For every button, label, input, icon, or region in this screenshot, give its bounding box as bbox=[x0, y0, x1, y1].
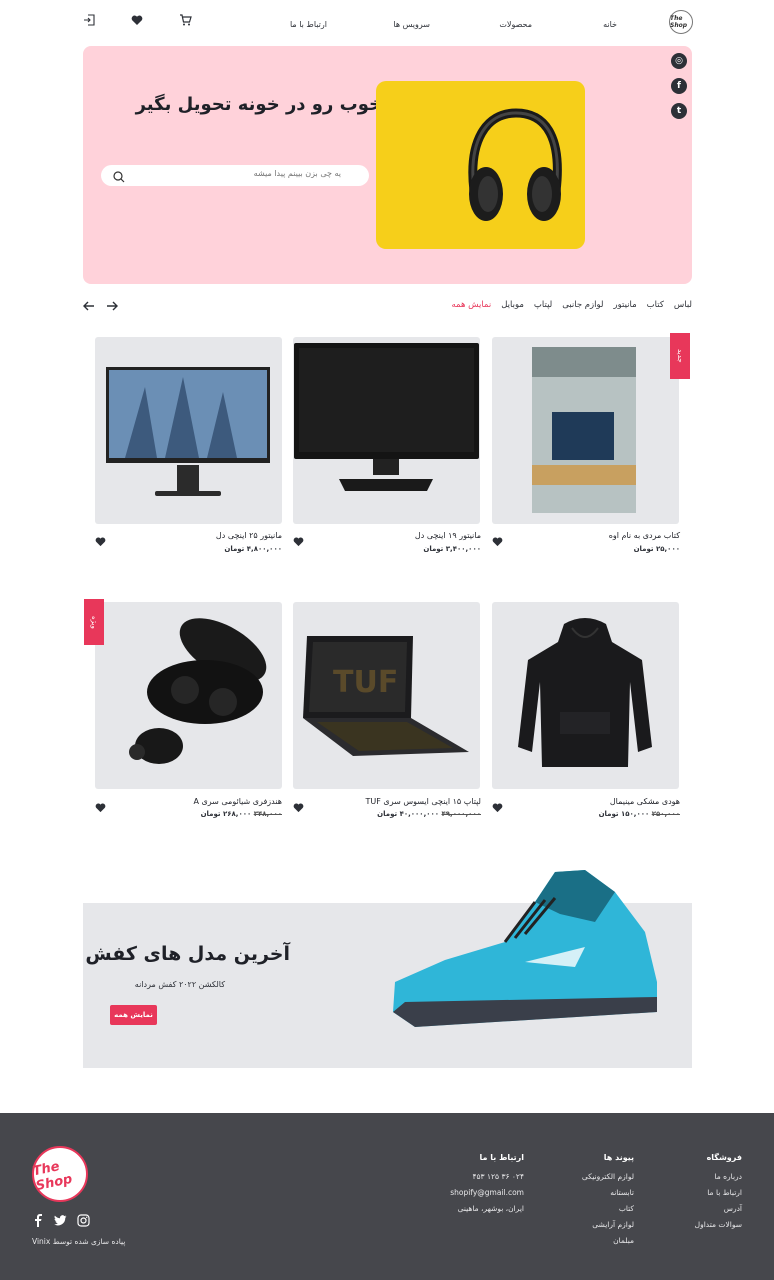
old-price: ۴۹,۰۰۰,۰۰۰ bbox=[441, 810, 482, 818]
footer-email[interactable]: shopify@gmail.com bbox=[450, 1188, 524, 1197]
footer-logo-text: The Shop bbox=[31, 1159, 74, 1195]
nav-services[interactable]: سرویس ها bbox=[393, 20, 430, 29]
price-currency: تومان bbox=[224, 545, 245, 553]
footer bbox=[0, 1113, 774, 1280]
footer-link-electronics[interactable]: لوازم الکترونیکی bbox=[582, 1172, 634, 1181]
twitter-icon[interactable]: t bbox=[671, 103, 687, 119]
old-price: ۲۵۰,۰۰۰ bbox=[651, 810, 680, 818]
price-value: ۳,۴۰۰,۰۰۰ bbox=[445, 545, 481, 553]
badge-new: جدید bbox=[670, 333, 690, 379]
category-clothing[interactable]: لباس bbox=[674, 300, 692, 310]
instagram-icon[interactable]: ◎ bbox=[671, 53, 687, 69]
footer-link-address[interactable]: آدرس bbox=[724, 1204, 742, 1213]
category-filter: لباس کتاب مانیتور لوازم جانبی لپتاپ موبا… bbox=[451, 300, 692, 310]
footer-link-cosmetics[interactable]: لوازم آرایشی bbox=[592, 1220, 634, 1229]
product-image-earbuds[interactable] bbox=[95, 602, 282, 789]
headphones-image bbox=[376, 81, 585, 249]
nav-home[interactable]: خانه bbox=[603, 20, 617, 29]
category-show-all[interactable]: نمایش همه bbox=[451, 300, 491, 310]
old-price: ۳۴۸,۰۰۰ bbox=[253, 810, 282, 818]
banner-title: آخرین مدل های کفش bbox=[85, 943, 290, 965]
arrow-right-icon[interactable] bbox=[105, 298, 119, 312]
product-image-monitor-19[interactable] bbox=[293, 337, 480, 524]
heart-icon[interactable] bbox=[293, 532, 304, 547]
category-accessories[interactable]: لوازم جانبی bbox=[562, 300, 603, 310]
footer-contact-title: ارتباط با ما bbox=[479, 1153, 524, 1162]
twitter-icon[interactable] bbox=[54, 1212, 67, 1226]
footer-link-summer[interactable]: تابستانه bbox=[610, 1188, 634, 1197]
product-image-monitor-25[interactable] bbox=[95, 337, 282, 524]
arrow-left-icon[interactable] bbox=[82, 298, 96, 312]
footer-link-books[interactable]: کتاب bbox=[619, 1204, 634, 1213]
show-all-button[interactable]: نمایش همه bbox=[110, 1005, 157, 1025]
product-image-laptop[interactable]: TUF bbox=[293, 602, 480, 789]
product-name[interactable]: مانیتور ۲۵ اینچی دل bbox=[216, 531, 282, 540]
facebook-icon[interactable]: f bbox=[671, 78, 687, 94]
footer-address: ایران، بوشهر، ماهینی bbox=[457, 1204, 524, 1213]
footer-link-furniture[interactable]: مبلمان bbox=[613, 1236, 634, 1245]
price-value: ۴۰,۰۰۰,۰۰۰ bbox=[399, 810, 440, 818]
price-value: ۱۵۰,۰۰۰ bbox=[620, 810, 650, 818]
cart-icon[interactable] bbox=[178, 13, 192, 27]
heart-icon[interactable] bbox=[492, 798, 503, 813]
product-image-hoodie[interactable] bbox=[492, 602, 679, 789]
product-name[interactable]: هندزفری شیائومی سری A bbox=[193, 797, 282, 806]
category-monitors[interactable]: مانیتور bbox=[614, 300, 637, 310]
product-price: ۳,۴۰۰,۰۰۰ تومان bbox=[423, 545, 481, 553]
price-value: ۲۵,۰۰۰ bbox=[655, 545, 680, 553]
product-price: ۴,۸۰۰,۰۰۰ تومان bbox=[224, 545, 282, 553]
product-price: ۲۵,۰۰۰ تومان bbox=[634, 545, 680, 553]
product-name[interactable]: لپتاپ ۱۵ اینچی ایسوس سری TUF bbox=[366, 797, 481, 806]
price-value: ۴,۸۰۰,۰۰۰ bbox=[246, 545, 282, 553]
heart-icon[interactable] bbox=[492, 532, 503, 547]
price-currency: تومان bbox=[377, 810, 398, 818]
footer-links-title: پیوند ها bbox=[603, 1153, 634, 1162]
price-currency: تومان bbox=[633, 545, 654, 553]
footer-phone: ۰۲۴ ۳۶ ۱۲۵ ۴۵۳ bbox=[472, 1172, 524, 1181]
product-price: ۲۵۰,۰۰۰ ۱۵۰,۰۰۰ تومان bbox=[599, 810, 680, 818]
price-currency: تومان bbox=[598, 810, 619, 818]
product-price: ۴۹,۰۰۰,۰۰۰ ۴۰,۰۰۰,۰۰۰ تومان bbox=[377, 810, 481, 818]
product-image-book[interactable] bbox=[492, 337, 679, 524]
search-icon[interactable] bbox=[112, 169, 126, 183]
badge-special: ویژه bbox=[84, 599, 104, 645]
price-currency: تومان bbox=[423, 545, 444, 553]
logo-text: The Shop bbox=[670, 15, 688, 29]
search-input[interactable] bbox=[141, 169, 341, 178]
category-books[interactable]: کتاب bbox=[647, 300, 664, 310]
product-name[interactable]: کتاب مردی به نام اوه bbox=[609, 531, 680, 540]
heart-icon[interactable] bbox=[95, 798, 106, 813]
footer-link-faq[interactable]: سوالات متداول bbox=[695, 1220, 742, 1229]
product-price: ۳۴۸,۰۰۰ ۲۶۸,۰۰۰ تومان bbox=[201, 810, 282, 818]
instagram-icon[interactable] bbox=[77, 1212, 90, 1227]
footer-link-about[interactable]: درباره ما bbox=[714, 1172, 742, 1181]
login-icon[interactable] bbox=[82, 13, 96, 27]
svg-text:TUF: TUF bbox=[333, 665, 398, 700]
facebook-icon[interactable] bbox=[32, 1212, 45, 1227]
shoe-image bbox=[385, 862, 665, 1042]
footer-shop-title: فروشگاه bbox=[706, 1153, 742, 1162]
price-value: ۲۶۸,۰۰۰ bbox=[222, 810, 252, 818]
heart-icon[interactable] bbox=[95, 532, 106, 547]
category-laptops[interactable]: لپتاپ bbox=[534, 300, 552, 310]
product-name[interactable]: هودی مشکی مینیمال bbox=[610, 797, 680, 806]
wishlist-heart-icon[interactable] bbox=[130, 13, 144, 27]
nav-contact[interactable]: ارتباط با ما bbox=[290, 20, 327, 29]
footer-link-contact[interactable]: ارتباط با ما bbox=[707, 1188, 742, 1197]
search-box[interactable] bbox=[101, 165, 369, 186]
banner-subtitle: کالکشن ۲۰۲۲ کفش مردانه bbox=[134, 980, 225, 989]
site-logo[interactable]: The Shop bbox=[669, 10, 693, 34]
footer-logo: The Shop bbox=[31, 1146, 88, 1202]
price-currency: تومان bbox=[200, 810, 221, 818]
nav-products[interactable]: محصولات bbox=[499, 20, 532, 29]
footer-credit: پیاده سازی شده توسط Vinix bbox=[32, 1237, 126, 1246]
heart-icon[interactable] bbox=[293, 798, 304, 813]
category-mobiles[interactable]: موبایل bbox=[501, 300, 524, 310]
product-name[interactable]: مانیتور ۱۹ اینچی دل bbox=[415, 531, 481, 540]
